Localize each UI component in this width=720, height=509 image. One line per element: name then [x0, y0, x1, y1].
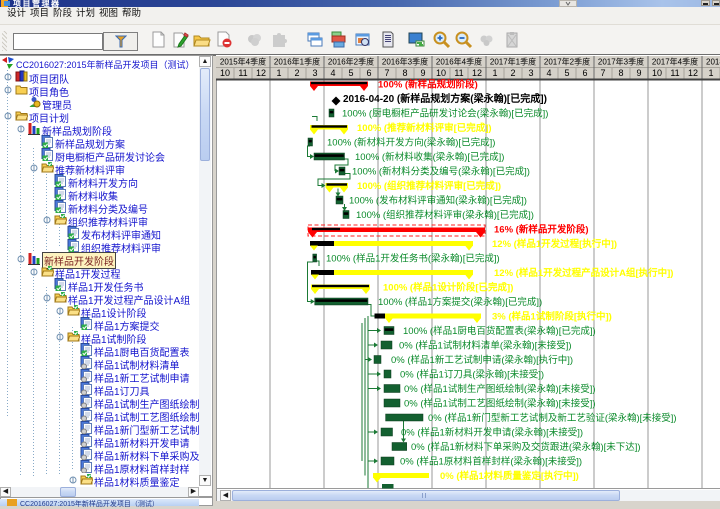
svg-text:12% (样品1开发过程[执行中]): 12% (样品1开发过程[执行中])	[492, 238, 617, 250]
svg-text:0% (样品1试制生产图纸绘制(梁永翰)[未接受]): 0% (样品1试制生产图纸绘制(梁永翰)[未接受])	[404, 383, 596, 395]
svg-text:16% (新样品开发阶段): 16% (新样品开发阶段)	[494, 224, 588, 236]
svg-text:12: 12	[688, 68, 698, 78]
svg-text:0% (样品1新门型新工艺试制及新工艺验证(梁永翰)[未接受: 0% (样品1新门型新工艺试制及新工艺验证(梁永翰)[未接受])	[428, 412, 677, 424]
svg-text:10: 10	[220, 68, 230, 78]
svg-text:11: 11	[454, 68, 463, 78]
svg-text:8: 8	[402, 68, 407, 78]
svg-text:2016-04-20 (新样品规划方案(梁永翰)[已完成]): 2016-04-20 (新样品规划方案(梁永翰)[已完成])	[343, 92, 547, 105]
svg-text:1: 1	[708, 68, 713, 78]
svg-text:5: 5	[564, 68, 569, 78]
svg-text:6: 6	[582, 68, 587, 78]
svg-text:100% (组织推荐材料评审[已完成]): 100% (组织推荐材料评审[已完成])	[357, 180, 501, 192]
svg-text:100% (样品1方案提交(梁永翰)[已完成]): 100% (样品1方案提交(梁永翰)[已完成])	[378, 296, 542, 308]
svg-text:100% (样品1开发任务书(梁永翰)[已完成]): 100% (样品1开发任务书(梁永翰)[已完成])	[326, 253, 500, 265]
svg-text:12% (样品1开发过程产品设计A组[执行中]): 12% (样品1开发过程产品设计A组[执行中])	[494, 267, 673, 279]
svg-text:2017年3季度: 2017年3季度	[598, 57, 644, 67]
svg-text:100% (发布材料评审通知(梁永翰)[已完成]): 100% (发布材料评审通知(梁永翰)[已完成])	[349, 195, 527, 207]
svg-text:0% (样品1新工艺试制申请(梁永翰)[执行中]): 0% (样品1新工艺试制申请(梁永翰)[执行中])	[391, 354, 573, 366]
svg-text:2016年2季度: 2016年2季度	[328, 57, 374, 67]
svg-text:100% (新材料收集(梁永翰)[已完成]): 100% (新材料收集(梁永翰)[已完成])	[355, 151, 504, 163]
svg-text:2015年4季度: 2015年4季度	[220, 57, 266, 67]
svg-text:9: 9	[636, 68, 641, 78]
svg-text:0% (样品1试制材料清单(梁永翰)[未接受]): 0% (样品1试制材料清单(梁永翰)[未接受])	[399, 340, 572, 352]
svg-text:0% (样品1试制工艺图纸绘制(梁永翰)[未接受]): 0% (样品1试制工艺图纸绘制(梁永翰)[未接受])	[404, 398, 596, 410]
svg-text:1: 1	[492, 68, 497, 78]
svg-text:100% (推荐新材料评审[已完成]): 100% (推荐新材料评审[已完成])	[357, 122, 492, 134]
svg-text:100% (新样品规划阶段): 100% (新样品规划阶段)	[378, 79, 478, 91]
svg-text:100% (组织推荐材料评审(梁永翰)[已完成]): 100% (组织推荐材料评审(梁永翰)[已完成])	[356, 209, 534, 221]
svg-text:100% (新材料开发方向(梁永翰)[已完成]): 100% (新材料开发方向(梁永翰)[已完成])	[327, 137, 495, 149]
svg-text:11: 11	[238, 68, 247, 78]
svg-text:7: 7	[384, 68, 389, 78]
svg-text:6: 6	[366, 68, 371, 78]
svg-text:0% (样品1订刀具(梁永翰)[未接受]): 0% (样品1订刀具(梁永翰)[未接受])	[400, 369, 544, 381]
svg-text:10: 10	[652, 68, 662, 78]
svg-text:2017年2季度: 2017年2季度	[544, 57, 590, 67]
svg-text:2018年1季度: 2018年1季度	[706, 57, 720, 67]
svg-text:2017年4季度: 2017年4季度	[652, 57, 698, 67]
svg-text:100% (样品1设计阶段[已完成]): 100% (样品1设计阶段[已完成])	[383, 282, 513, 294]
svg-text:1: 1	[276, 68, 281, 78]
svg-text:100% (厨电橱柜产品研发讨论会(梁永翰)[已完成]): 100% (厨电橱柜产品研发讨论会(梁永翰)[已完成])	[342, 108, 548, 120]
svg-text:12: 12	[472, 68, 482, 78]
svg-text:100% (样品1厨电百货配置表(梁永翰)[已完成]): 100% (样品1厨电百货配置表(梁永翰)[已完成])	[403, 325, 596, 337]
svg-text:11: 11	[670, 68, 679, 78]
svg-text:3% (样品1试制阶段[执行中]): 3% (样品1试制阶段[执行中])	[492, 311, 612, 323]
svg-text:3: 3	[312, 68, 317, 78]
svg-text:5: 5	[348, 68, 353, 78]
svg-text:2017年1季度: 2017年1季度	[490, 57, 536, 67]
svg-text:2: 2	[294, 68, 299, 78]
svg-text:4: 4	[546, 68, 551, 78]
svg-text:10: 10	[436, 68, 446, 78]
svg-text:12: 12	[256, 68, 266, 78]
svg-text:7: 7	[600, 68, 605, 78]
svg-text:2016年1季度: 2016年1季度	[274, 57, 320, 67]
svg-text:0% (样品1原材料首样封样(梁永翰)[未接受]): 0% (样品1原材料首样封样(梁永翰)[未接受])	[400, 456, 582, 468]
svg-text:0% (样品1新材料下单采购及交货跟进(梁永翰)[未下达]): 0% (样品1新材料下单采购及交货跟进(梁永翰)[未下达])	[411, 441, 641, 453]
svg-text:4: 4	[330, 68, 335, 78]
svg-text:0% (样品1材料质量鉴定[执行中]): 0% (样品1材料质量鉴定[执行中])	[440, 470, 579, 482]
svg-text:100% (新材料分类及编号(梁永翰)[已完成]): 100% (新材料分类及编号(梁永翰)[已完成])	[352, 166, 530, 178]
svg-text:9: 9	[420, 68, 425, 78]
svg-text:3: 3	[528, 68, 533, 78]
svg-text:2016年4季度: 2016年4季度	[436, 57, 482, 67]
svg-text:8: 8	[618, 68, 623, 78]
svg-text:2: 2	[510, 68, 515, 78]
svg-text:0% (样品1新材料开发申请(梁永翰)[未接受]): 0% (样品1新材料开发申请(梁永翰)[未接受])	[401, 427, 583, 439]
svg-text:2016年3季度: 2016年3季度	[382, 57, 428, 67]
